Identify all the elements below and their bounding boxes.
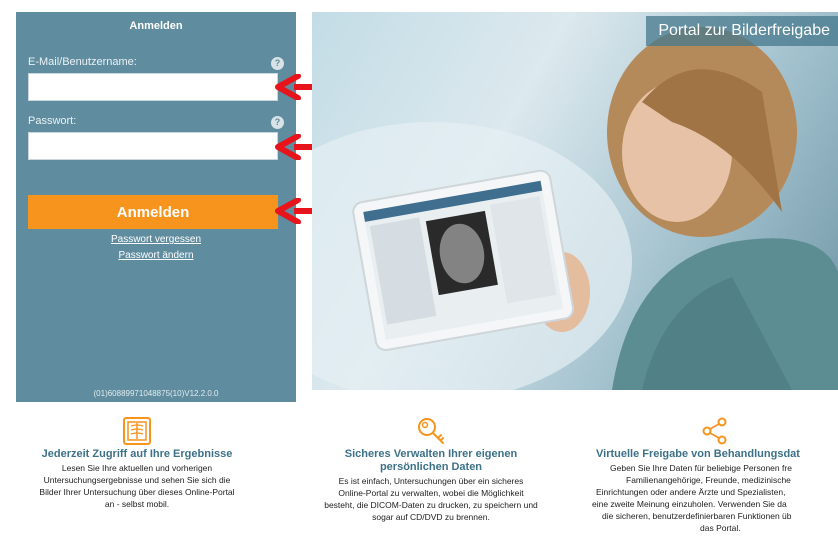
login-button[interactable]: Anmelden (28, 195, 278, 229)
feature-text-line: Bilder Ihrer Untersuchung über dieses On… (39, 487, 235, 497)
feature-text-line: sogar auf CD/DVD zu brennen. (372, 512, 490, 522)
help-icon[interactable]: ? (271, 116, 284, 129)
change-password-link[interactable]: Passwort ändern (16, 250, 296, 261)
feature-text-line: Es ist einfach, Untersuchungen über ein … (338, 476, 524, 486)
feature-text-line: Geben Sie Ihre Daten für beliebige Perso… (610, 463, 792, 473)
feature-text-line: die sicheren, benutzerdefinierbaren Funk… (602, 511, 792, 521)
hero-image: Portal zur Bilderfreigabe (312, 12, 838, 390)
feature-text-line: besteht, die DICOM-Daten zu drucken, zu … (324, 500, 538, 510)
xray-icon (123, 417, 151, 445)
feature-text-line: an - selbst mobil. (104, 499, 170, 509)
feature-text-line: Lesen Sie Ihre aktuellen und vorherigen (61, 463, 213, 473)
feature-title: Virtuelle Freigabe von Behandlungsdat (596, 448, 800, 460)
username-label: E-Mail/Benutzername: (28, 56, 137, 68)
share-icon (702, 417, 727, 445)
feature-sharing: Virtuelle Freigabe von Behandlungsdat Ge… (588, 416, 838, 534)
username-input[interactable] (28, 73, 278, 101)
feature-security: Sicheres Verwalten Ihrer eigenen persönl… (296, 416, 566, 523)
login-panel: Anmelden E-Mail/Benutzername: ? Passwort… (16, 12, 296, 402)
password-label: Passwort: (28, 115, 77, 127)
feature-access: Jederzeit Zugriff auf Ihre Ergebnisse Le… (6, 416, 268, 510)
help-icon[interactable]: ? (271, 57, 284, 70)
feature-text-line: Einrichtungen oder andere Ärzte und Spez… (596, 487, 786, 497)
feature-text-line: Online-Portal zu verwalten, wobei die Mö… (338, 488, 524, 498)
hero-illustration (312, 27, 838, 390)
feature-title: Sicheres Verwalten Ihrer eigenen (344, 448, 518, 460)
login-title: Anmelden (129, 20, 183, 32)
hero-banner: Portal zur Bilderfreigabe (646, 16, 838, 46)
version-text: (01)60889971048875(10)V12.2.0.0 (93, 389, 219, 398)
feature-text-line: das Portal. (700, 523, 741, 533)
feature-text-line: Familienangehörige, Freunde, medizinisch… (626, 475, 791, 485)
password-input[interactable] (28, 132, 278, 160)
feature-title: Jederzeit Zugriff auf Ihre Ergebnisse (41, 448, 233, 460)
feature-text-line: Untersuchungsergebnisse und sehen Sie si… (43, 475, 231, 485)
key-icon (418, 418, 444, 444)
forgot-password-link[interactable]: Passwort vergessen (16, 234, 296, 245)
feature-title: persönlichen Daten (379, 461, 483, 473)
feature-text-line: eine zweite Meinung einzuholen. Verwende… (592, 499, 787, 509)
